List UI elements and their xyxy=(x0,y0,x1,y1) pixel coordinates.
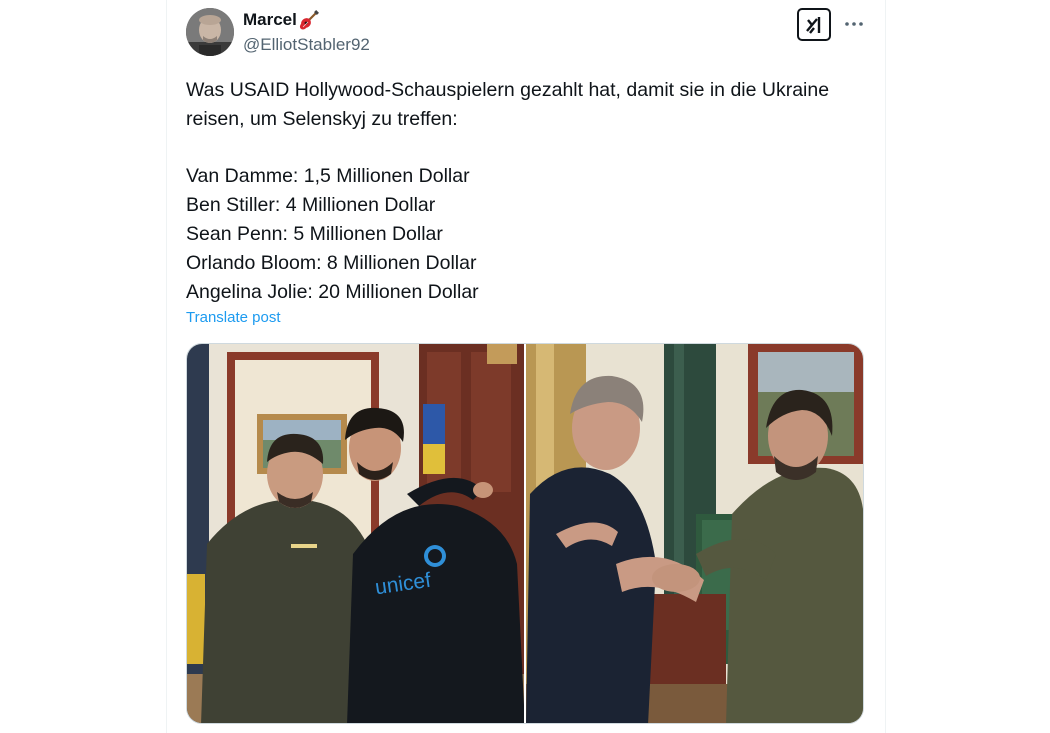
post-line: Ben Stiller: 4 Millionen Dollar xyxy=(186,194,436,217)
post-line: Van Damme: 1,5 Millionen Dollar xyxy=(186,165,470,188)
post-line: Sean Penn: 5 Millionen Dollar xyxy=(186,222,443,245)
translate-post-link[interactable]: Translate post xyxy=(186,309,281,326)
avatar-photo-icon xyxy=(186,8,234,56)
handle[interactable]: @ElliotStabler92 xyxy=(243,35,370,55)
guitar-icon xyxy=(299,10,319,30)
post-line: Angelina Jolie: 20 Millionen Dollar xyxy=(186,280,479,303)
more-icon xyxy=(845,22,863,26)
display-name[interactable]: Marcel xyxy=(243,10,297,30)
grok-button[interactable] xyxy=(797,8,831,41)
media-photo-right[interactable] xyxy=(526,344,863,723)
more-button[interactable] xyxy=(842,12,866,36)
avatar[interactable] xyxy=(186,8,234,56)
media-photo-left[interactable]: unicef xyxy=(187,344,524,723)
grok-icon xyxy=(806,16,821,34)
page: Marcel @ElliotStabler92 Was USAID Hollyw… xyxy=(0,0,1050,733)
media-grid: unicef xyxy=(186,343,864,724)
name-row: Marcel xyxy=(243,10,319,30)
post-text: Was USAID Hollywood-Schauspielern gezahl… xyxy=(186,76,846,306)
post-line: Orlando Bloom: 8 Millionen Dollar xyxy=(186,251,477,274)
post-intro: Was USAID Hollywood-Schauspielern gezahl… xyxy=(186,79,830,130)
